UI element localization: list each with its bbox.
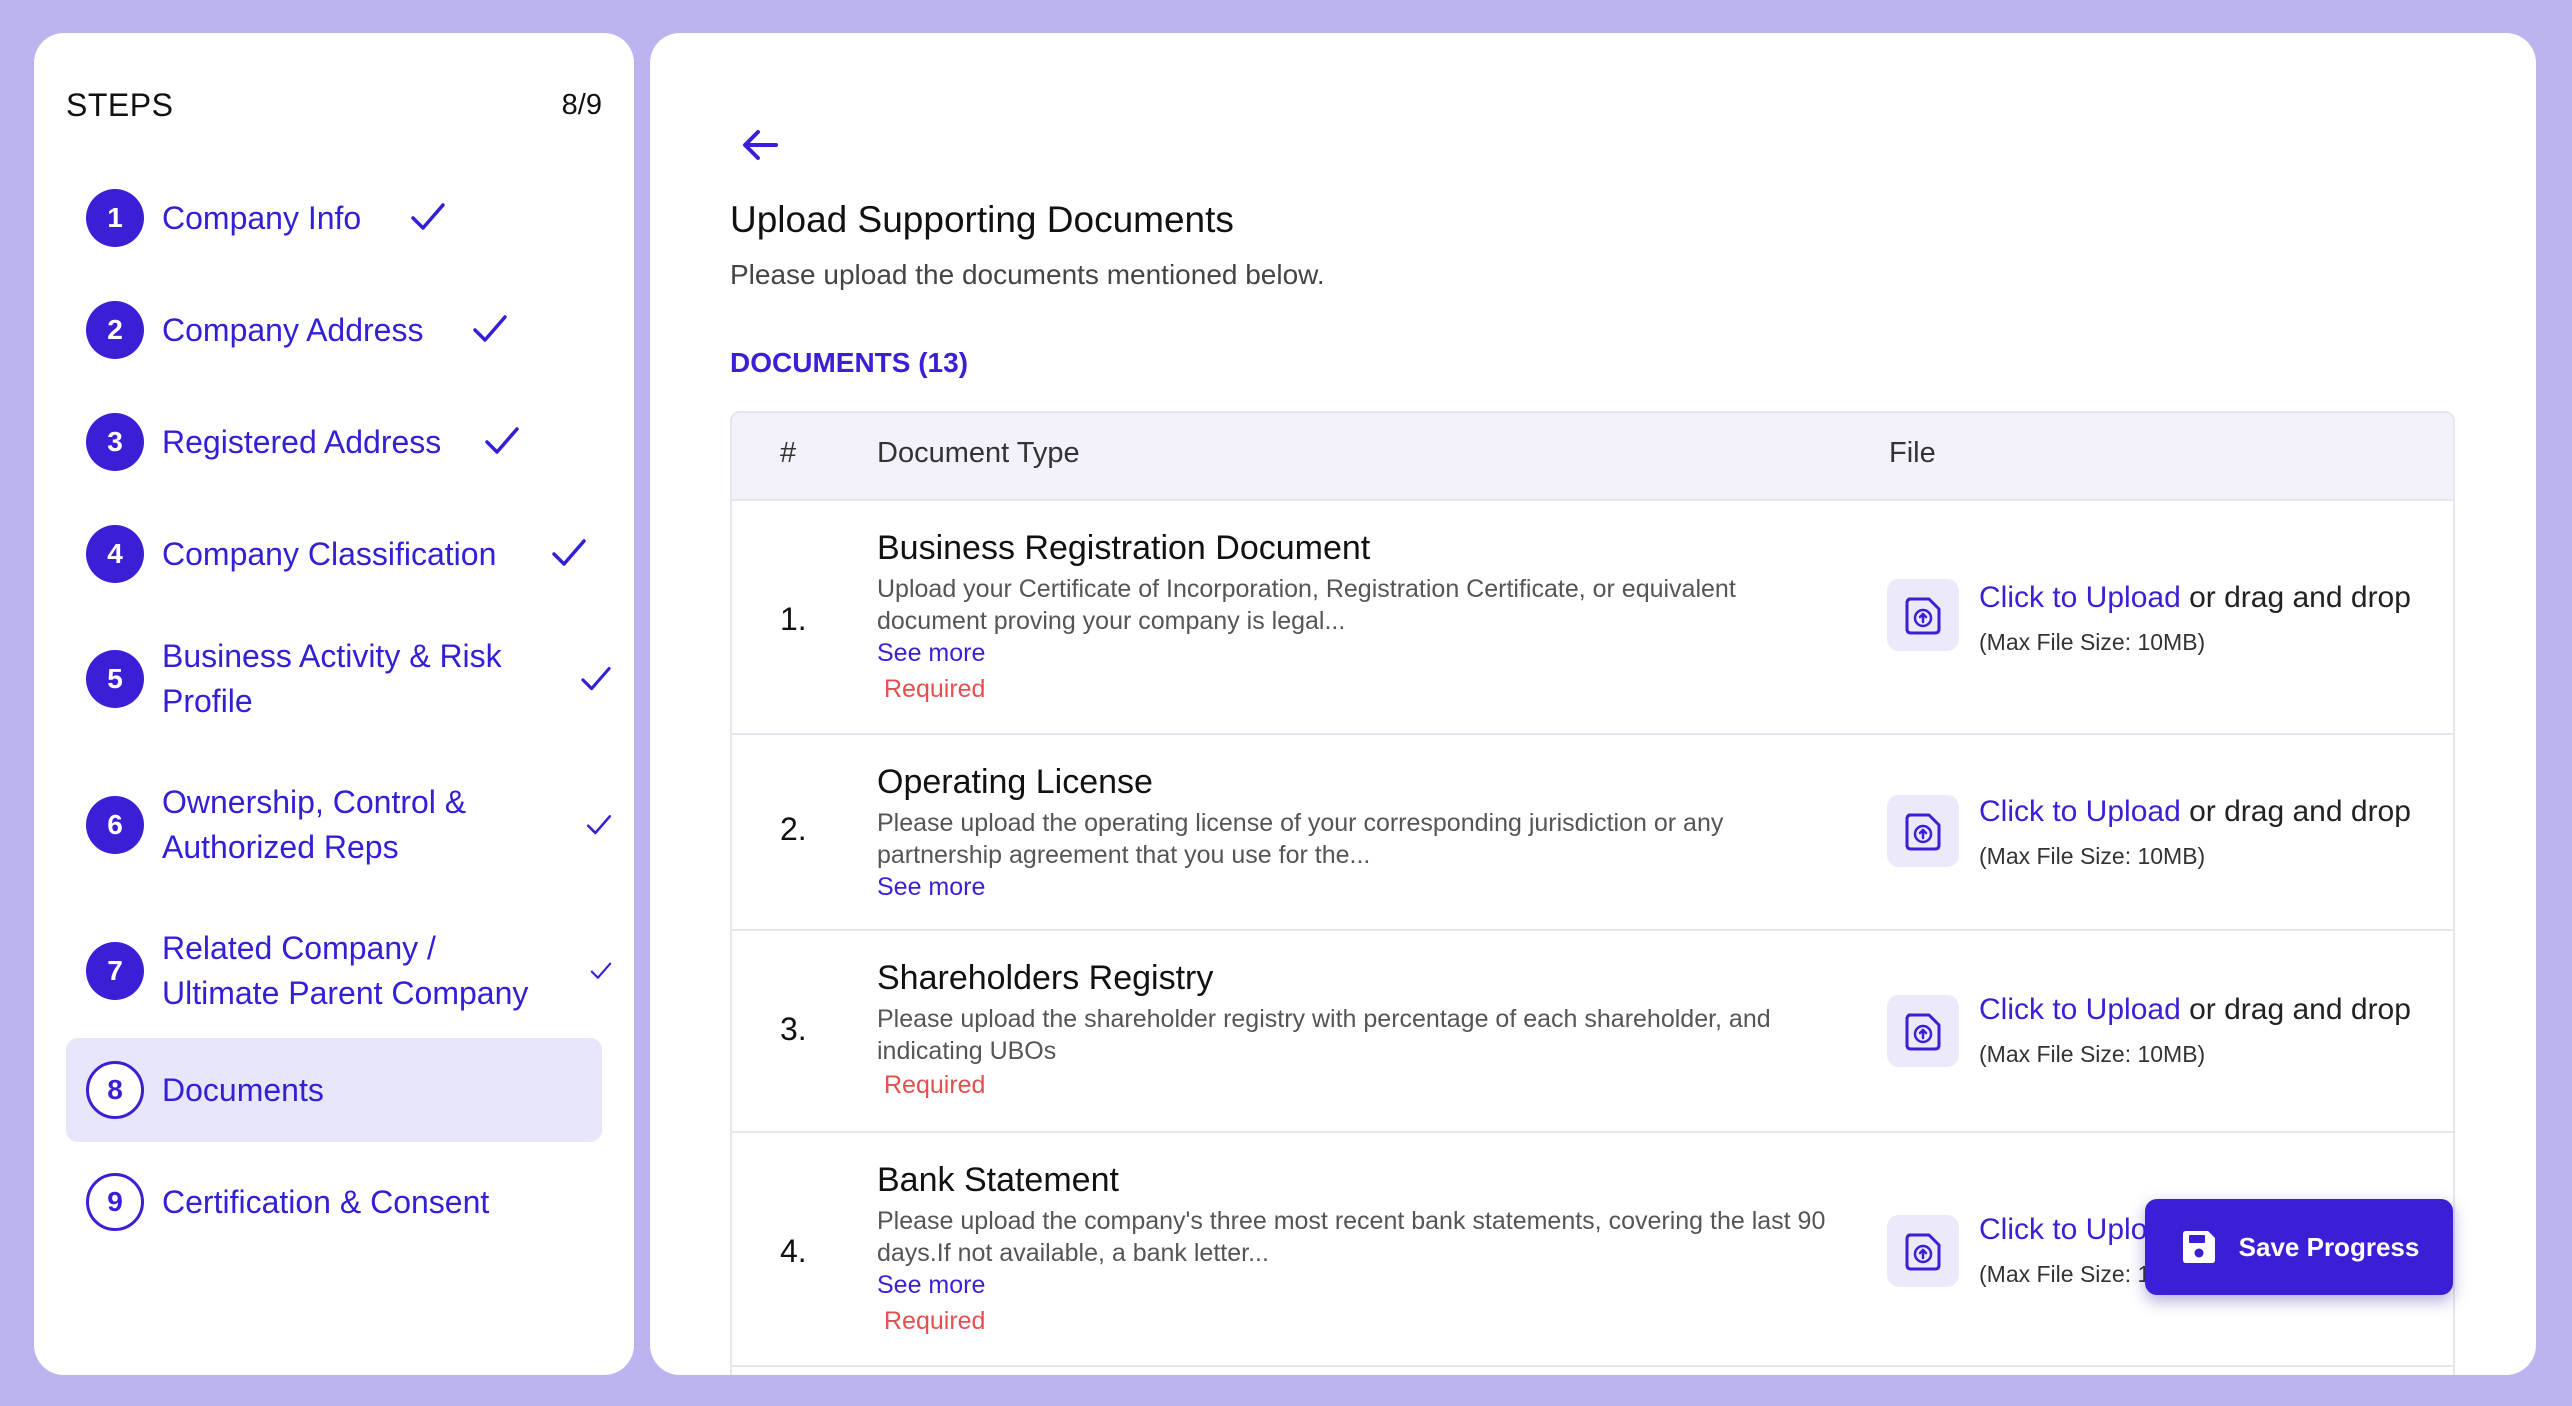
see-more-link[interactable]: See more xyxy=(877,639,985,668)
step-number: 7 xyxy=(86,942,144,1000)
check-icon xyxy=(473,315,507,342)
row-number: 3. xyxy=(780,1011,807,1047)
step-label: Company Address xyxy=(162,311,424,348)
table-row: 3. Shareholders Registry Please upload t… xyxy=(732,931,2453,1133)
max-file-size: (Max File Size: 10MB) xyxy=(1979,629,2206,655)
see-more-link[interactable]: See more xyxy=(877,1271,985,1300)
row-number: 2. xyxy=(780,811,807,847)
step-label: Ownership, Control & Authorized Reps xyxy=(162,784,467,865)
step-company-classification[interactable]: 4 Company Classification xyxy=(66,509,602,599)
step-number: 5 xyxy=(86,650,144,708)
document-description: Please upload the operating license of y… xyxy=(877,809,1724,869)
document-description: Upload your Certificate of Incorporation… xyxy=(877,575,1736,635)
column-header-document-type: Document Type xyxy=(877,437,1080,469)
step-label: Registered Address xyxy=(162,423,442,460)
file-upload-icon xyxy=(1905,1233,1941,1271)
click-to-upload-link[interactable]: Click to Upload xyxy=(1979,795,2181,828)
save-progress-label: Save Progress xyxy=(2238,1231,2420,1262)
file-upload-icon xyxy=(1905,1013,1941,1051)
steps-sidebar: STEPS 8/9 1 Company Info 2 Company Addre… xyxy=(34,33,634,1375)
upload-instructions: Click to Upload or drag and drop xyxy=(1979,795,2411,829)
column-header-number: # xyxy=(780,437,797,469)
step-label: Certification & Consent xyxy=(162,1183,490,1220)
click-to-upload-link[interactable]: Click to Upload xyxy=(1979,581,2181,614)
upload-button[interactable] xyxy=(1887,579,1959,651)
drag-drop-text: or drag and drop xyxy=(2180,795,2411,828)
upload-instructions: Click to Upload or drag and drop xyxy=(1979,993,2411,1027)
file-upload-icon xyxy=(1905,597,1941,635)
required-label: Required xyxy=(884,1307,986,1335)
table-row: 1. Business Registration Document Upload… xyxy=(732,501,2453,735)
step-number: 8 xyxy=(86,1061,144,1119)
drag-drop-text: or drag and drop xyxy=(2180,993,2411,1026)
step-label: Documents xyxy=(162,1071,324,1108)
max-file-size: (Max File Size: 10MB) xyxy=(1979,1041,2206,1067)
row-number: 4. xyxy=(780,1233,807,1269)
document-description: Please upload the shareholder registry w… xyxy=(877,1005,1771,1065)
step-certification-consent[interactable]: 9 Certification & Consent xyxy=(66,1157,602,1247)
step-number: 6 xyxy=(86,796,144,854)
step-related-company[interactable]: 7 Related Company / Ultimate Parent Comp… xyxy=(66,911,612,1031)
upload-button[interactable] xyxy=(1887,795,1959,867)
check-icon xyxy=(581,666,611,691)
row-number: 1. xyxy=(780,601,807,637)
max-file-size: (Max File Size: 10MB) xyxy=(1979,843,2206,869)
step-number: 1 xyxy=(86,189,144,247)
check-icon xyxy=(411,203,445,230)
step-ownership-control[interactable]: 6 Ownership, Control & Authorized Reps xyxy=(66,765,612,885)
step-documents[interactable]: 8 Documents xyxy=(66,1038,602,1142)
page-title: Upload Supporting Documents xyxy=(730,199,1234,240)
see-more-link[interactable]: See more xyxy=(877,873,985,902)
step-label: Company Info xyxy=(162,199,362,236)
step-number: 4 xyxy=(86,525,144,583)
document-name: Operating License xyxy=(877,763,1153,801)
check-icon xyxy=(586,815,612,835)
column-header-file: File xyxy=(1889,437,1936,469)
upload-button[interactable] xyxy=(1887,1215,1959,1287)
step-number: 3 xyxy=(86,413,144,471)
drag-drop-text: or drag and drop xyxy=(2180,581,2411,614)
check-icon xyxy=(552,539,586,566)
steps-header: STEPS 8/9 xyxy=(66,81,602,129)
document-name: Shareholders Registry xyxy=(877,959,1214,997)
step-label: Related Company / Ultimate Parent Compan… xyxy=(162,930,529,1011)
document-name: Bank Statement xyxy=(877,1161,1119,1199)
floppy-disk-icon xyxy=(2182,1231,2215,1263)
upload-button[interactable] xyxy=(1887,995,1959,1067)
step-label: Company Classification xyxy=(162,535,497,572)
check-icon xyxy=(590,962,612,979)
page-subtitle: Please upload the documents mentioned be… xyxy=(730,259,1325,290)
step-number: 9 xyxy=(86,1173,144,1231)
save-progress-button[interactable]: Save Progress xyxy=(2145,1199,2453,1295)
file-upload-icon xyxy=(1905,813,1941,851)
step-company-info[interactable]: 1 Company Info xyxy=(66,173,602,263)
steps-title: STEPS xyxy=(66,86,174,123)
upload-instructions: Click to Upload or drag and drop xyxy=(1979,581,2411,615)
required-label: Required xyxy=(884,1071,986,1099)
click-to-upload-link[interactable]: Click to Upload xyxy=(1979,993,2181,1026)
step-company-address[interactable]: 2 Company Address xyxy=(66,285,602,375)
step-business-activity[interactable]: 5 Business Activity & Risk Profile xyxy=(66,619,611,739)
check-icon xyxy=(485,427,519,454)
step-number: 2 xyxy=(86,301,144,359)
document-description: Please upload the company's three most r… xyxy=(877,1207,1826,1267)
main-panel: Upload Supporting Documents Please uploa… xyxy=(650,33,2536,1375)
table-header: # Document Type File xyxy=(732,413,2453,501)
required-label: Required xyxy=(884,675,986,703)
arrow-left-icon[interactable] xyxy=(738,123,782,167)
step-label: Business Activity & Risk Profile xyxy=(162,638,502,719)
step-registered-address[interactable]: 3 Registered Address xyxy=(66,397,602,487)
documents-section-title: DOCUMENTS (13) xyxy=(730,347,969,378)
table-row: 2. Operating License Please upload the o… xyxy=(732,735,2453,931)
document-name: Business Registration Document xyxy=(877,529,1371,567)
steps-count: 8/9 xyxy=(561,88,602,121)
